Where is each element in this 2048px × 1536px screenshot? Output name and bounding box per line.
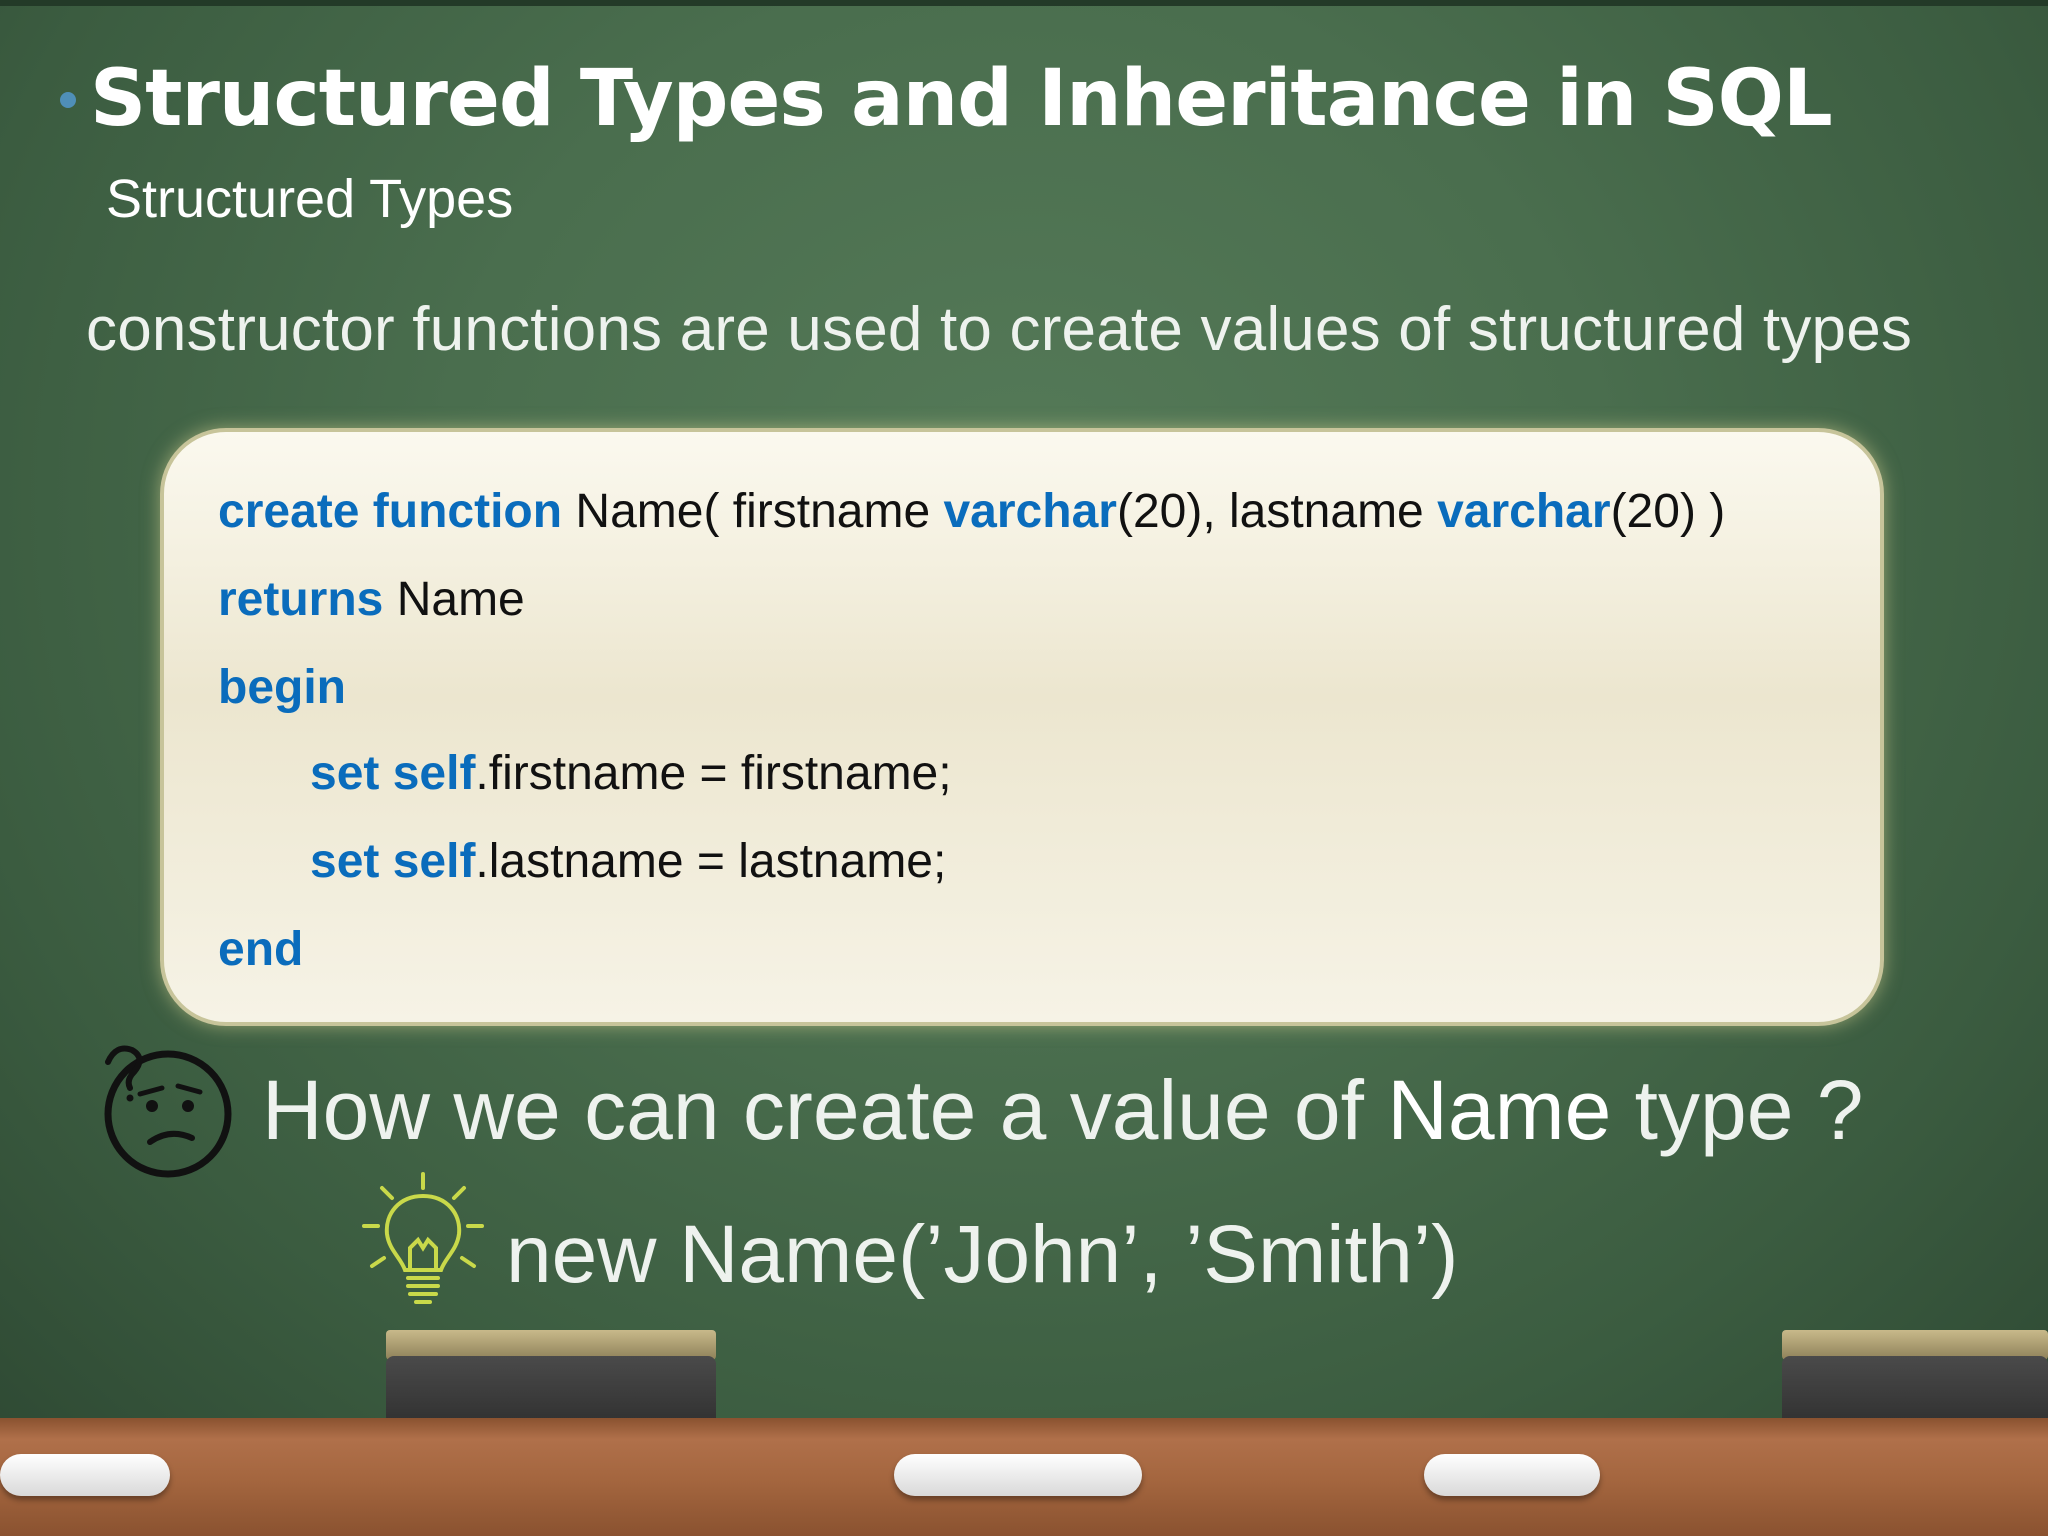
code-keyword: end bbox=[218, 923, 304, 976]
code-text: Name( firstname bbox=[562, 485, 944, 538]
title-bullet-icon bbox=[60, 92, 76, 108]
code-text: Name bbox=[383, 573, 525, 626]
question-text: How we can create a value of Name type ? bbox=[262, 1062, 1864, 1159]
chalk-piece bbox=[894, 1454, 1142, 1496]
code-line-2: returns Name bbox=[218, 572, 525, 627]
code-line-4: set self.firstname = firstname; bbox=[310, 746, 952, 801]
board-frame-top bbox=[0, 0, 2048, 6]
answer-text: new Name(’John’, ’Smith’) bbox=[506, 1209, 1459, 1300]
code-keyword: returns bbox=[218, 573, 384, 626]
lead-text: constructor functions are used to create… bbox=[86, 295, 1913, 364]
code-keyword: set self bbox=[310, 835, 476, 888]
question-text-after: type ? bbox=[1611, 1063, 1864, 1157]
code-keyword: create function bbox=[218, 485, 563, 538]
slide-subtitle: Structured Types bbox=[106, 169, 514, 229]
confused-face-icon bbox=[104, 1045, 232, 1178]
code-block: create function Name( firstname varchar(… bbox=[160, 428, 1884, 1026]
code-keyword: varchar bbox=[943, 485, 1117, 538]
chalk-piece bbox=[0, 1454, 170, 1496]
lightbulb-icon bbox=[362, 1172, 484, 1304]
slide-title: Structured Types and Inheritance in SQL bbox=[90, 54, 1833, 144]
code-text: (20) ) bbox=[1610, 485, 1726, 538]
code-text: .lastname = lastname; bbox=[475, 835, 947, 888]
chalk-piece bbox=[1424, 1454, 1600, 1496]
code-keyword: begin bbox=[218, 661, 346, 714]
code-text: (20), lastname bbox=[1116, 485, 1438, 538]
code-line-6: end bbox=[218, 922, 303, 977]
code-text: .firstname = firstname; bbox=[475, 747, 952, 800]
code-line-5: set self.lastname = lastname; bbox=[310, 834, 946, 889]
question-text-before: How we can create a value of bbox=[262, 1063, 1388, 1157]
question-emphasis: Name bbox=[1387, 1063, 1612, 1157]
code-line-3: begin bbox=[218, 660, 346, 715]
code-keyword: varchar bbox=[1437, 485, 1611, 538]
code-line-1: create function Name( firstname varchar(… bbox=[218, 484, 1725, 539]
code-keyword: set self bbox=[310, 747, 476, 800]
